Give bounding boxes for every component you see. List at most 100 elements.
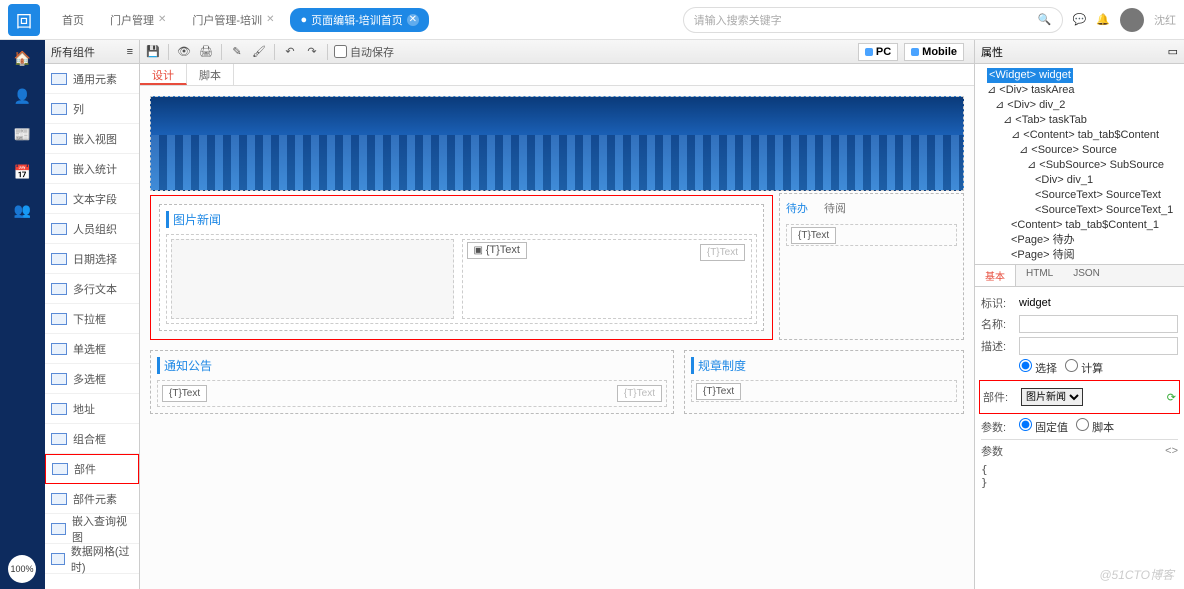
tree-node[interactable]: ⊿ <SubSource> SubSource [979, 158, 1180, 173]
text-widget-small[interactable]: {T}Text [700, 244, 745, 261]
component-item[interactable]: 通用元素 [45, 64, 139, 94]
selected-widget[interactable]: 图片新闻 ▣ {T}Text {T}Text [150, 195, 773, 340]
tab-home[interactable]: 首页 [52, 8, 94, 32]
close-icon[interactable]: ✕ [158, 14, 166, 25]
component-panel: 所有组件≡ 通用元素列嵌入视图嵌入统计文本字段人员组织日期选择多行文本下拉框单选… [45, 40, 140, 589]
device-mobile[interactable]: Mobile [904, 43, 964, 61]
news-title: 图片新闻 [166, 211, 757, 228]
rules-panel[interactable]: 规章制度 {T}Text [684, 350, 964, 414]
tree-node[interactable]: ⊿ <Div> div_2 [979, 98, 1180, 113]
component-item[interactable]: 下拉框 [45, 304, 139, 334]
right-title: 属性 [981, 44, 1003, 60]
edit-icon[interactable]: ✎ [228, 43, 246, 61]
tree-node[interactable]: <Page> 待阅 [979, 248, 1180, 263]
component-item[interactable]: 日期选择 [45, 244, 139, 274]
text-widget[interactable]: ▣ {T}Text [467, 242, 527, 259]
component-item[interactable]: 文本字段 [45, 184, 139, 214]
tab-design[interactable]: 设计 [140, 64, 187, 85]
leftbar: 🏠 👤 📰 📅 👥 100% [0, 40, 45, 589]
tab-toread[interactable]: 待阅 [824, 200, 846, 216]
tree-node[interactable]: <Div> div_1 [979, 173, 1180, 188]
radio-fixed[interactable]: 固定值 [1019, 418, 1068, 435]
close-icon[interactable]: ✕ [407, 14, 419, 26]
brush-icon[interactable]: 🖌 [250, 43, 268, 61]
component-item[interactable]: 单选框 [45, 334, 139, 364]
search-icon[interactable]: 🔍 [1038, 13, 1052, 26]
component-item[interactable]: 人员组织 [45, 214, 139, 244]
bell-icon[interactable]: 🔔 [1096, 13, 1110, 26]
text-widget[interactable]: {T}Text [791, 227, 836, 244]
tab-basic[interactable]: 基本 [975, 265, 1016, 286]
radio-select[interactable]: 选择 [1019, 359, 1057, 376]
news-icon[interactable]: 📰 [13, 124, 33, 144]
tree-node[interactable]: ⊿ <Div> taskArea [979, 83, 1180, 98]
side-widget[interactable]: 待办待阅 {T}Text [779, 193, 964, 340]
radio-script[interactable]: 脚本 [1076, 418, 1114, 435]
redo-icon[interactable]: ↷ [303, 43, 321, 61]
tab-script[interactable]: 脚本 [187, 64, 234, 85]
main-area: 💾 👁 🖨 ✎ 🖌 ↶ ↷ 自动保存 PC Mobile 设计 脚本 图片新闻 [140, 40, 974, 589]
zoom-badge[interactable]: 100% [8, 555, 36, 583]
tree-node[interactable]: <SourceText> SourceText_1 [979, 203, 1180, 218]
prop-tabs: 基本 HTML JSON [975, 264, 1184, 287]
component-item[interactable]: 列 [45, 94, 139, 124]
device-pc[interactable]: PC [858, 43, 898, 61]
undo-icon[interactable]: ↶ [281, 43, 299, 61]
tab-json[interactable]: JSON [1063, 265, 1110, 286]
tab-todo[interactable]: 待办 [786, 200, 808, 216]
component-item[interactable]: 数据网格(过时) [45, 544, 139, 574]
tree-node[interactable]: <Page> 待办 [979, 233, 1180, 248]
image-placeholder[interactable] [171, 239, 454, 319]
component-item[interactable]: 嵌入查询视图 [45, 514, 139, 544]
component-item[interactable]: 嵌入视图 [45, 124, 139, 154]
component-item[interactable]: 部件 [45, 454, 139, 484]
logo-icon: 回 [8, 4, 40, 36]
desc-input[interactable] [1019, 337, 1178, 355]
tree-node[interactable]: ⊿ <Content> tab_tab$Content [979, 128, 1180, 143]
topbar: 回 首页 门户管理✕ 门户管理-培训✕ ● 页面编辑-培训首页✕ 请输入搜索关键… [0, 0, 1184, 40]
avatar[interactable] [1120, 8, 1144, 32]
radio-calc[interactable]: 计算 [1065, 359, 1103, 376]
save-icon[interactable]: 💾 [144, 43, 162, 61]
code-icon[interactable]: <> [1165, 445, 1178, 457]
params-body: { } [981, 463, 1178, 489]
close-icon[interactable]: ✕ [266, 14, 274, 25]
component-item[interactable]: 部件元素 [45, 484, 139, 514]
user-icon[interactable]: 👤 [13, 86, 33, 106]
settings-icon[interactable]: 👥 [13, 200, 33, 220]
autosave-checkbox[interactable]: 自动保存 [334, 44, 394, 60]
component-item[interactable]: 嵌入统计 [45, 154, 139, 184]
tree-node[interactable]: <SourceText> SourceText [979, 188, 1180, 203]
part-select[interactable]: 图片新闻 [1021, 388, 1083, 406]
calendar-icon[interactable]: 📅 [13, 162, 33, 182]
eye-icon[interactable]: 👁 [175, 43, 193, 61]
notice-panel[interactable]: 通知公告 {T}Text{T}Text [150, 350, 674, 414]
tab-page-edit[interactable]: ● 页面编辑-培训首页✕ [290, 8, 428, 32]
tab-portal[interactable]: 门户管理✕ [100, 8, 176, 32]
menu-icon[interactable]: ≡ [127, 46, 133, 58]
component-item[interactable]: 地址 [45, 394, 139, 424]
chat-icon[interactable]: 💬 [1073, 13, 1087, 26]
header-tabs: 首页 门户管理✕ 门户管理-培训✕ ● 页面编辑-培训首页✕ [52, 8, 683, 32]
component-item[interactable]: 多选框 [45, 364, 139, 394]
props-form: 标识:widget 名称: 描述: 选择 计算 部件:图片新闻⟳ 参数: 固定值… [975, 287, 1184, 493]
expand-icon[interactable]: ▭ [1168, 45, 1178, 58]
tab-portal-train[interactable]: 门户管理-培训✕ [182, 8, 284, 32]
watermark: @51CTO博客 [1099, 566, 1174, 583]
tree-node[interactable]: ⊿ <Source> Source [979, 143, 1180, 158]
print-icon[interactable]: 🖨 [197, 43, 215, 61]
tree-node[interactable]: ⊿ <Tab> taskTab [979, 113, 1180, 128]
canvas[interactable]: 图片新闻 ▣ {T}Text {T}Text 待办待阅 {T}Text 通知公告 [140, 86, 974, 589]
property-panel: 属性 ▭ <Widget> widget⊿ <Div> taskArea⊿ <Di… [974, 40, 1184, 589]
banner-image [150, 96, 964, 191]
component-item[interactable]: 组合框 [45, 424, 139, 454]
search-input[interactable]: 请输入搜索关键字🔍 [683, 7, 1063, 33]
tab-html[interactable]: HTML [1016, 265, 1063, 286]
component-item[interactable]: 多行文本 [45, 274, 139, 304]
refresh-icon[interactable]: ⟳ [1167, 391, 1176, 404]
name-input[interactable] [1019, 315, 1178, 333]
tree-node[interactable]: <Content> tab_tab$Content_1 [979, 218, 1180, 233]
tree-node[interactable]: <Widget> widget [979, 68, 1180, 83]
element-tree[interactable]: <Widget> widget⊿ <Div> taskArea⊿ <Div> d… [975, 64, 1184, 264]
home-icon[interactable]: 🏠 [13, 48, 33, 68]
